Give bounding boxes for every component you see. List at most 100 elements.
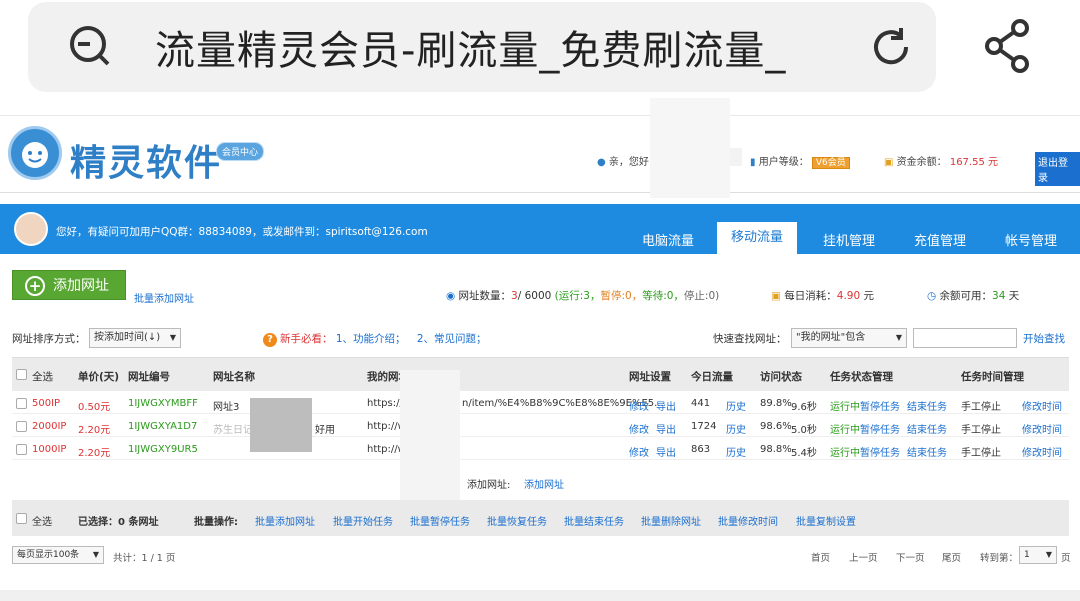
help-message: 您好，有疑问可加用户QQ群：88834089，或发邮件到：spiritsoft@… — [56, 226, 428, 238]
batch-add-link[interactable]: 批量添加网址 — [134, 290, 194, 305]
row-manual: 手工停止 — [961, 448, 1001, 459]
remaining-value: 34 — [992, 290, 1006, 302]
search-button[interactable]: 开始查找 — [1023, 331, 1065, 346]
last-page-link[interactable]: 尾页 — [942, 550, 961, 564]
add-url-button[interactable]: + 添加网址 — [12, 270, 126, 300]
goto-page-value: 1 — [1024, 550, 1030, 560]
row-code: 1IJWGXYMBFF — [128, 398, 198, 409]
row-price: 0.50元 — [78, 402, 111, 413]
row-ip: 500IP — [32, 398, 61, 409]
row-export-link[interactable]: 导出 — [656, 444, 676, 459]
sort-select[interactable]: 按添加时间(↓) ▼ — [89, 328, 181, 348]
row-checkbox[interactable] — [16, 421, 27, 432]
row-pause-link[interactable]: 暂停任务 — [860, 398, 900, 413]
batch-copy-settings[interactable]: 批量复制设置 — [796, 513, 856, 528]
tab-hangup[interactable]: 挂机管理 — [823, 230, 875, 249]
row-export-link[interactable]: 导出 — [656, 398, 676, 413]
logo-text: 精灵软件 — [70, 143, 223, 184]
row-modify-time-link[interactable]: 修改时间 — [1022, 421, 1062, 436]
redaction-block — [250, 398, 312, 452]
row-code: 1IJWGXYA1D7 — [128, 421, 198, 432]
per-page-select[interactable]: 每页显示100条 ▼ — [12, 546, 104, 564]
row-running: 运行中 — [830, 402, 860, 413]
search-label: 快速查找网址： — [713, 333, 787, 345]
reload-icon[interactable] — [866, 22, 916, 72]
row-history-link[interactable]: 历史 — [726, 444, 746, 459]
search-input[interactable] — [913, 328, 1017, 348]
prev-page-link[interactable]: 上一页 — [849, 550, 878, 564]
avatar — [14, 212, 48, 246]
greeting: ● 亲，您好 — [597, 153, 649, 168]
member-center-badge: 会员中心 — [216, 142, 265, 161]
row-export-link[interactable]: 导出 — [656, 421, 676, 436]
batch-pause-task[interactable]: 批量暂停任务 — [410, 513, 470, 528]
row-pause-link[interactable]: 暂停任务 — [860, 421, 900, 436]
row-ip: 2000IP — [32, 421, 67, 432]
tab-account[interactable]: 帐号管理 — [1005, 230, 1057, 249]
row-modify-time-link[interactable]: 修改时间 — [1022, 444, 1062, 459]
selected-count: 0 条网址 — [118, 517, 159, 528]
coins-icon: ▣ — [884, 157, 894, 168]
page-title-in-url-bar: 流量精灵会员-刷流量_免费刷流量_ — [155, 28, 787, 74]
logout-button[interactable]: 退出登录 — [1035, 152, 1080, 186]
batch-start-task[interactable]: 批量开始任务 — [333, 513, 393, 528]
chevron-down-icon: ▼ — [92, 550, 99, 559]
next-page-link[interactable]: 下一页 — [896, 550, 925, 564]
search-scope-select[interactable]: "我的网址"包含 ▼ — [791, 328, 907, 348]
row-pause-link[interactable]: 暂停任务 — [860, 444, 900, 459]
feature-intro-link[interactable]: 1、功能介绍； — [336, 333, 406, 345]
row-url[interactable]: https:// — [367, 398, 403, 409]
row-today: 441 — [691, 398, 711, 409]
goto-page-select[interactable]: 1 ▼ — [1019, 546, 1057, 564]
logo-icon — [8, 126, 62, 180]
tab-mobile-traffic[interactable]: 移动流量 — [717, 222, 797, 254]
batch-delete-url[interactable]: 批量删除网址 — [641, 513, 701, 528]
row-rate: 89.8% — [760, 398, 792, 409]
batch-end-task[interactable]: 批量结束任务 — [564, 513, 624, 528]
daily-cost-value: 4.90 — [836, 290, 861, 302]
row-manual: 手工停止 — [961, 402, 1001, 413]
row-edit-link[interactable]: 修改 — [629, 421, 649, 436]
share-icon[interactable] — [982, 18, 1032, 74]
row-name: 苏生日记 — [213, 425, 253, 436]
select-all-checkbox-bottom[interactable] — [16, 513, 27, 524]
select-all-checkbox[interactable] — [16, 369, 27, 380]
col-visit: 访问状态 — [760, 371, 802, 383]
faq-link[interactable]: 2、常见问题； — [417, 333, 487, 345]
row-checkbox[interactable] — [16, 398, 27, 409]
row-time: 5.0秒 — [791, 425, 817, 436]
batch-resume-task[interactable]: 批量恢复任务 — [487, 513, 547, 528]
first-page-link[interactable]: 首页 — [811, 550, 830, 564]
clock-icon: ◷ — [927, 290, 937, 302]
chevron-down-icon: ▼ — [169, 333, 176, 342]
tab-pc-traffic[interactable]: 电脑流量 — [642, 230, 694, 249]
row-modify-time-link[interactable]: 修改时间 — [1022, 398, 1062, 413]
row-rate: 98.8% — [760, 444, 792, 455]
batch-modify-time[interactable]: 批量修改时间 — [718, 513, 778, 528]
daily-cost-unit: 元 — [863, 290, 875, 302]
row-end-link[interactable]: 结束任务 — [907, 398, 947, 413]
row-name-tail: 好用 — [315, 425, 335, 436]
col-price: 单价(天) — [78, 371, 120, 383]
row-edit-link[interactable]: 修改 — [629, 444, 649, 459]
row-edit-link[interactable]: 修改 — [629, 398, 649, 413]
tab-recharge[interactable]: 充值管理 — [914, 230, 966, 249]
add-row-link[interactable]: 添加网址 — [524, 476, 564, 491]
row-today: 1724 — [691, 421, 717, 432]
row-end-link[interactable]: 结束任务 — [907, 444, 947, 459]
batch-add-url[interactable]: 批量添加网址 — [255, 513, 315, 528]
row-history-link[interactable]: 历史 — [726, 398, 746, 413]
per-page-value: 每页显示100条 — [17, 550, 80, 560]
row-end-link[interactable]: 结束任务 — [907, 421, 947, 436]
page-unit: 页 — [1061, 553, 1071, 564]
search-refresh-icon[interactable] — [64, 20, 114, 70]
redaction-block — [400, 370, 460, 500]
url-count-stat: ◉ 网址数量：3/ 6000 (运行:3，暂停:0，等待:0，停止:0) — [446, 288, 719, 303]
row-name: 网址3 — [213, 402, 240, 413]
add-row-label: 添加网址: — [467, 480, 511, 491]
add-url-label: 添加网址 — [53, 278, 109, 294]
row-history-link[interactable]: 历史 — [726, 421, 746, 436]
plus-icon: + — [25, 276, 45, 296]
balance: ▣ 资金余额： 167.55 元 — [884, 153, 998, 168]
row-checkbox[interactable] — [16, 444, 27, 455]
